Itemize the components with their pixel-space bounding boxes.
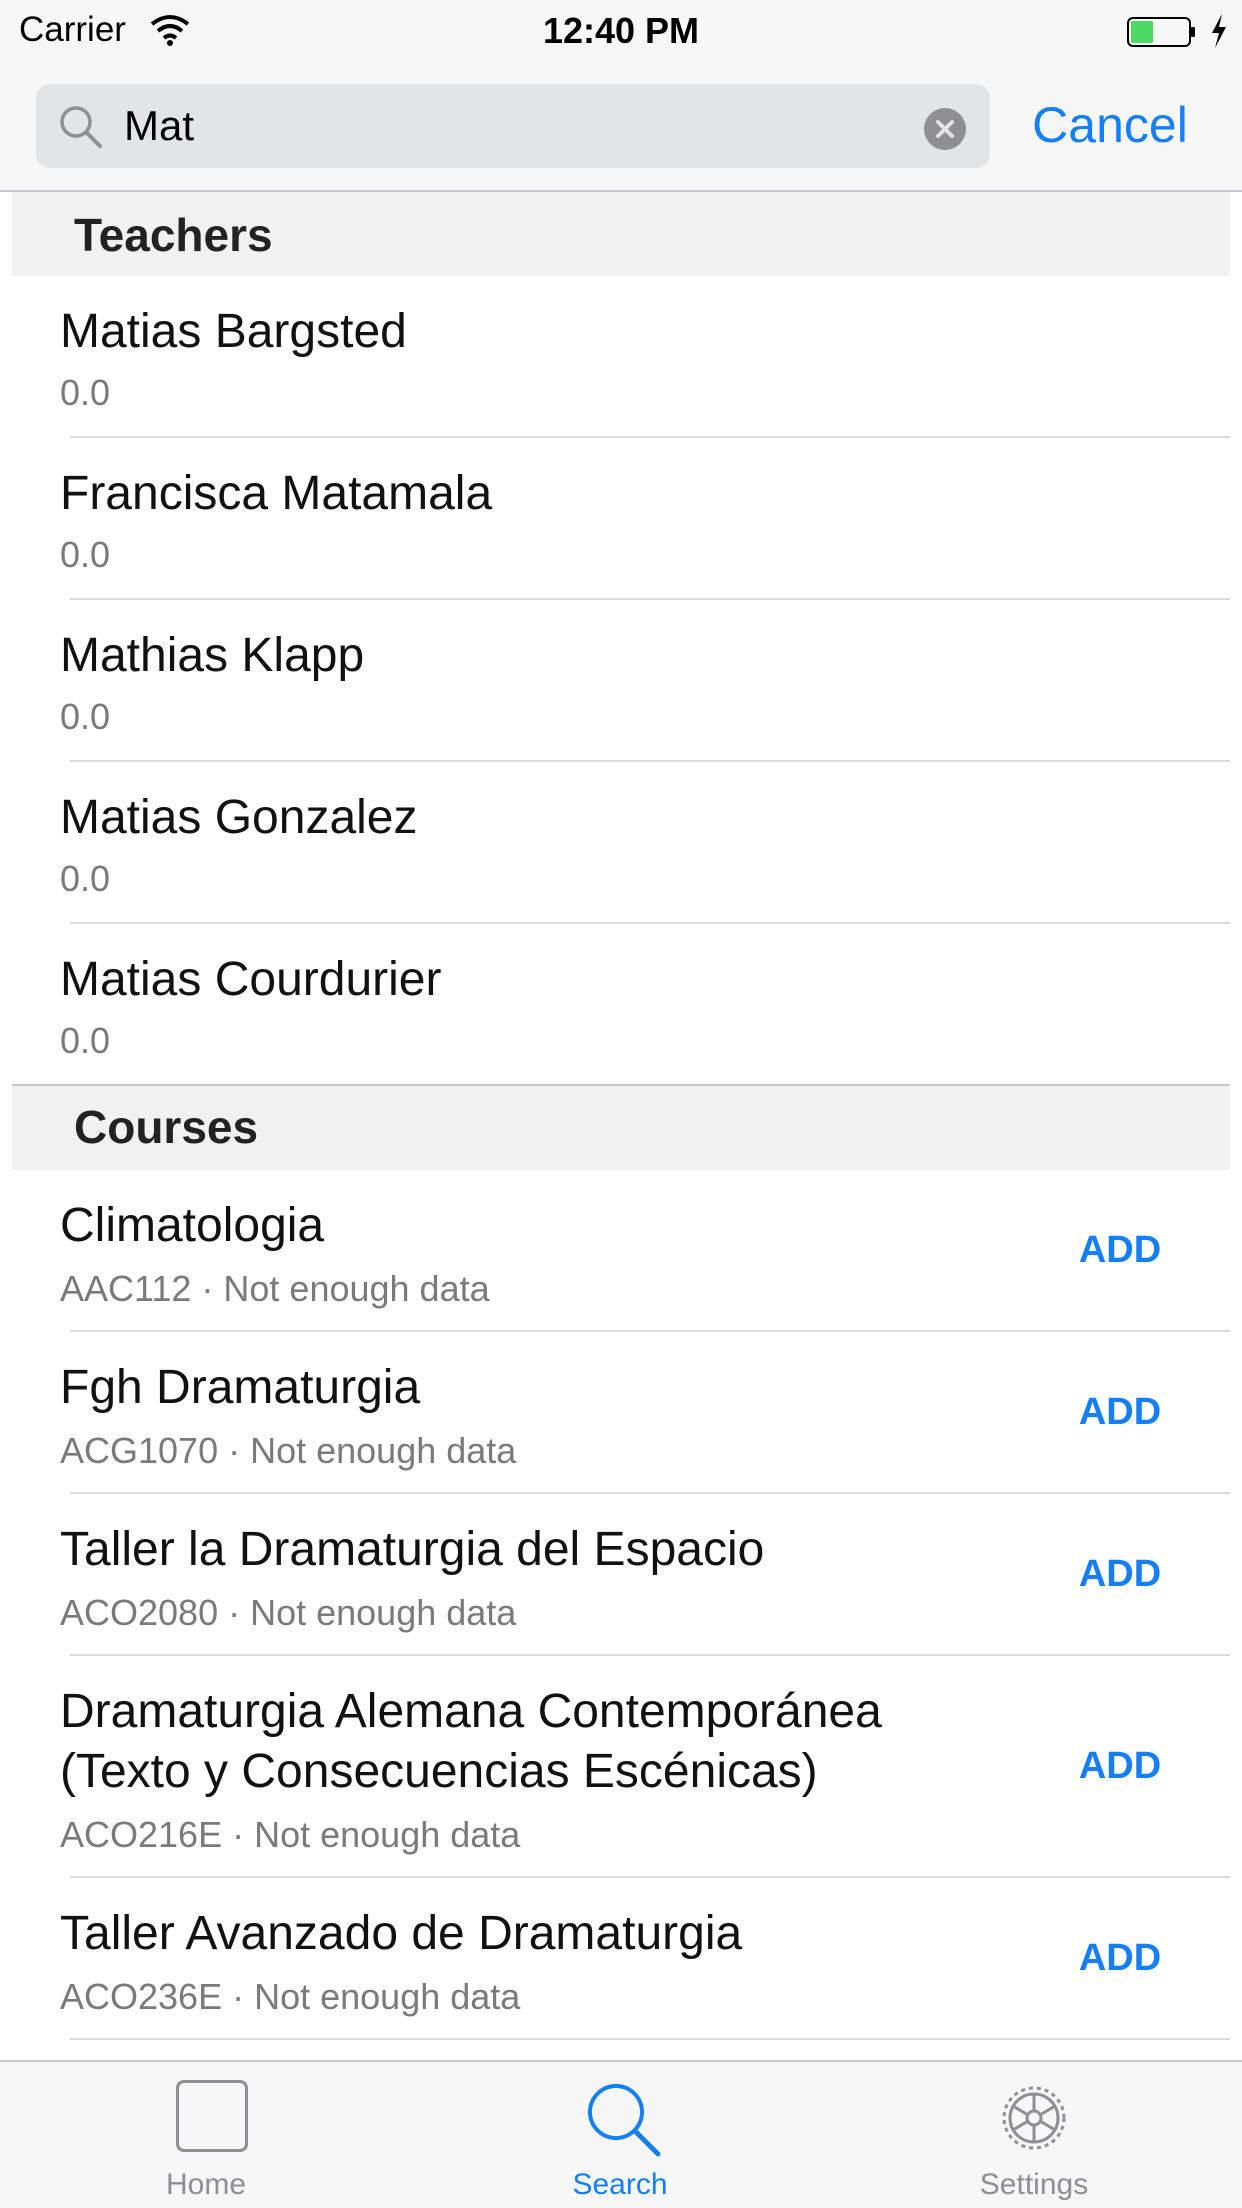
teacher-rating: 0.0: [60, 534, 111, 575]
teacher-name: Matias Bargsted: [60, 305, 407, 358]
course-title: Taller la Dramaturgia del Espacio: [60, 1523, 765, 1576]
section-header-teachers: Teachers: [12, 192, 1230, 276]
section-title: Teachers: [74, 209, 273, 261]
gear-icon: [1002, 2086, 1066, 2150]
search-icon: [60, 106, 102, 148]
tab-label: Settings: [979, 2168, 1089, 2201]
teacher-row[interactable]: Mathias Klapp 0.0: [0, 600, 1242, 762]
teacher-row[interactable]: Matias Courdurier 0.0: [0, 924, 1242, 1084]
clear-search-icon[interactable]: [924, 108, 966, 150]
course-subtitle: ACO2080 · Not enough data: [60, 1592, 517, 1633]
add-course-button[interactable]: ADD: [1060, 1382, 1180, 1442]
teacher-rating: 0.0: [60, 1020, 111, 1061]
course-title-line-2: (Texto y Consecuencias Escénicas): [60, 1745, 818, 1798]
tab-bar: Home Search Settings: [0, 2060, 1242, 2208]
course-subtitle: AAC112 · Not enough data: [60, 1268, 490, 1309]
search-icon: [588, 2084, 661, 2157]
row-separator: [70, 2038, 1230, 2040]
teacher-rating: 0.0: [60, 858, 111, 899]
course-title: Climatologia: [60, 1199, 325, 1252]
search-header: Cancel: [0, 60, 1242, 192]
teacher-row[interactable]: Francisca Matamala 0.0: [0, 438, 1242, 600]
add-course-button[interactable]: ADD: [1060, 1544, 1180, 1604]
course-title: Fgh Dramaturgia: [60, 1361, 421, 1414]
tab-label: Home: [165, 2168, 247, 2201]
home-icon: [176, 2080, 248, 2152]
add-course-button[interactable]: ADD: [1060, 1220, 1180, 1280]
add-course-button[interactable]: ADD: [1060, 1736, 1180, 1796]
course-row[interactable]: Taller Avanzado de Dramaturgia ACO236E ·…: [0, 1878, 1242, 2040]
section-title: Courses: [74, 1101, 259, 1153]
course-title-line-1: Dramaturgia Alemana Contemporánea: [60, 1685, 882, 1738]
cancel-button[interactable]: Cancel: [1010, 90, 1210, 160]
tab-search[interactable]: Search: [520, 2062, 720, 2208]
battery-icon: [1127, 17, 1195, 47]
tab-label: Search: [572, 2168, 668, 2201]
course-subtitle: ACG1070 · Not enough data: [60, 1430, 517, 1471]
section-header-courses: Courses: [12, 1086, 1230, 1170]
tab-home[interactable]: Home: [106, 2062, 306, 2208]
course-subtitle: ACO216E · Not enough data: [60, 1814, 521, 1855]
add-course-button[interactable]: ADD: [1060, 1928, 1180, 1988]
tab-settings[interactable]: Settings: [934, 2062, 1134, 2208]
teacher-row[interactable]: Matias Bargsted 0.0: [0, 276, 1242, 438]
course-row[interactable]: Climatologia AAC112 · Not enough data AD…: [0, 1170, 1242, 1332]
teacher-name: Matias Gonzalez: [60, 791, 418, 844]
course-subtitle: ACO236E · Not enough data: [60, 1976, 521, 2017]
course-row[interactable]: Taller la Dramaturgia del Espacio ACO208…: [0, 1494, 1242, 1656]
teacher-row[interactable]: Matias Gonzalez 0.0: [0, 762, 1242, 924]
teacher-name: Matias Courdurier: [60, 953, 442, 1006]
charging-icon: [1212, 14, 1226, 48]
teacher-rating: 0.0: [60, 696, 111, 737]
teacher-rating: 0.0: [60, 372, 111, 413]
course-row[interactable]: Fgh Dramaturgia ACG1070 · Not enough dat…: [0, 1332, 1242, 1494]
status-bar: Carrier 12:40 PM: [0, 0, 1242, 60]
clock: 12:40 PM: [542, 10, 700, 51]
search-field[interactable]: [36, 84, 990, 168]
course-row[interactable]: Dramaturgia Alemana Contemporánea (Texto…: [0, 1656, 1242, 1878]
search-input[interactable]: [124, 98, 924, 154]
teacher-name: Mathias Klapp: [60, 629, 365, 682]
teacher-name: Francisca Matamala: [60, 467, 493, 520]
course-title: Taller Avanzado de Dramaturgia: [60, 1907, 743, 1960]
